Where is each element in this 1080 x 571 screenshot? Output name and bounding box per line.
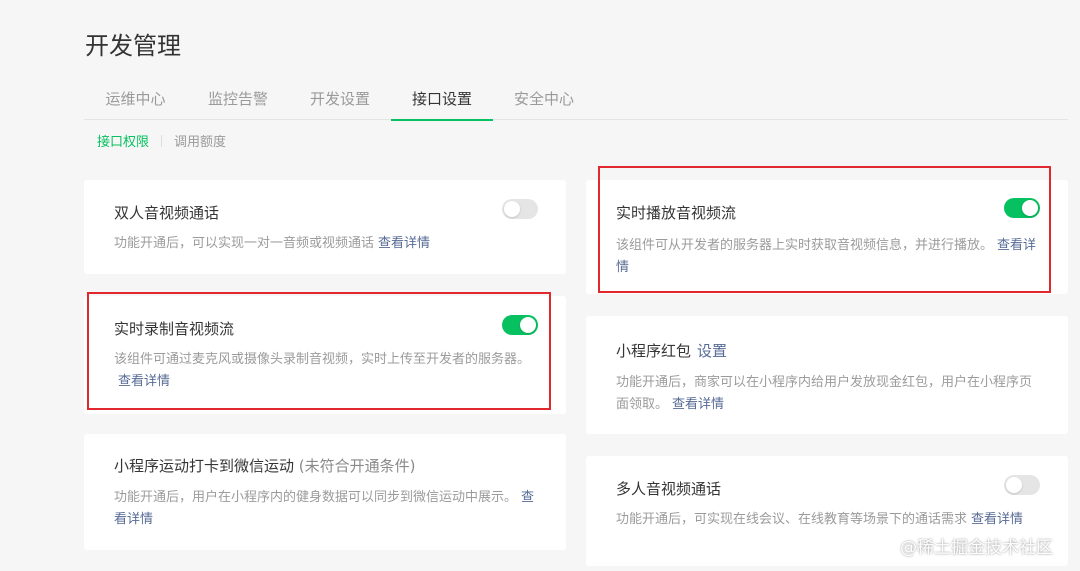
description-text: 功能开通后，用户在小程序内的健身数据可以同步到微信运动中展示。 — [114, 490, 518, 505]
view-details-link[interactable]: 查看详情 — [378, 236, 430, 251]
card-miniprogram-red-packet: 小程序红包 设置 功能开通后，商家可以在小程序内给用户发放现金红包，用户在小程序页… — [586, 316, 1068, 434]
description-text: 功能开通后，可以实现一对一音频或视频通话 — [114, 236, 375, 251]
tab-dev-settings[interactable]: 开发设置 — [289, 84, 391, 120]
toggle-switch[interactable] — [502, 315, 538, 335]
card-title: 多人音视频通话 — [616, 480, 722, 498]
card-title: 小程序运动打卡到微信运动 (未符合开通条件) — [114, 455, 416, 476]
watermark: @稀土掘金技术社区 — [900, 538, 1053, 558]
tab-api-settings[interactable]: 接口设置 — [391, 84, 493, 121]
card-description: 该组件可从开发者的服务器上实时获取音视频信息，并进行播放。 查看详情 — [616, 235, 1040, 279]
settings-link[interactable]: 设置 — [697, 342, 727, 360]
card-title-text: 小程序红包 — [616, 342, 692, 360]
card-miniprogram-sport-to-wechat: 小程序运动打卡到微信运动 (未符合开通条件) 功能开通后，用户在小程序内的健身数… — [84, 434, 566, 550]
view-details-link[interactable]: 查看详情 — [672, 397, 724, 412]
card-realtime-play-av-stream: 实时播放音视频流 该组件可从开发者的服务器上实时获取音视频信息，并进行播放。 查看… — [586, 180, 1068, 294]
subtab-api-permissions[interactable]: 接口权限 — [97, 135, 149, 150]
card-title-text: 小程序运动打卡到微信运动 — [114, 457, 295, 475]
toggle-switch[interactable] — [1004, 475, 1040, 495]
card-description: 功能开通后，用户在小程序内的健身数据可以同步到微信运动中展示。 查看详情 — [114, 487, 536, 531]
subtab-bar: 接口权限 调用额度 — [97, 131, 226, 150]
toggle-switch[interactable] — [1004, 198, 1040, 218]
card-title: 实时录制音视频流 — [114, 320, 235, 338]
description-text: 该组件可从开发者的服务器上实时获取音视频信息，并进行播放。 — [616, 238, 994, 253]
subtab-divider — [161, 135, 163, 147]
toggle-knob — [520, 317, 536, 333]
toggle-knob — [504, 201, 520, 217]
tab-security-center[interactable]: 安全中心 — [493, 84, 595, 120]
tab-monitoring-alerts[interactable]: 监控告警 — [187, 84, 289, 120]
subtab-call-quota[interactable]: 调用额度 — [174, 135, 226, 150]
card-description: 功能开通后，商家可以在小程序内给用户发放现金红包，用户在小程序页面领取。 查看详情 — [616, 372, 1040, 416]
toggle-switch[interactable] — [502, 199, 538, 219]
card-description: 功能开通后，可以实现一对一音频或视频通话 查看详情 — [114, 233, 544, 255]
page-title: 开发管理 — [85, 32, 181, 60]
card-description: 功能开通后，可实现在线会议、在线教育等场景下的通话需求 查看详情 — [616, 509, 1040, 531]
description-text: 该组件可通过麦克风或摄像头录制音视频，实时上传至开发者的服务器。 — [114, 352, 531, 367]
view-details-link[interactable]: 查看详情 — [118, 374, 170, 389]
toggle-knob — [1006, 477, 1022, 493]
ineligible-note: (未符合开通条件) — [298, 457, 416, 475]
view-details-link[interactable]: 查看详情 — [971, 512, 1023, 527]
card-two-person-av-call: 双人音视频通话 功能开通后，可以实现一对一音频或视频通话 查看详情 — [84, 180, 566, 274]
card-realtime-record-av-stream: 实时录制音视频流 该组件可通过麦克风或摄像头录制音视频，实时上传至开发者的服务器… — [84, 296, 566, 414]
tab-ops-center[interactable]: 运维中心 — [84, 84, 187, 120]
card-title: 小程序红包 设置 — [616, 340, 727, 361]
description-text: 功能开通后，可实现在线会议、在线教育等场景下的通话需求 — [616, 512, 968, 527]
toggle-knob — [1022, 200, 1038, 216]
card-title: 双人音视频通话 — [114, 204, 220, 222]
card-description: 该组件可通过麦克风或摄像头录制音视频，实时上传至开发者的服务器。查看详情 — [114, 349, 536, 393]
card-title: 实时播放音视频流 — [616, 204, 737, 222]
tab-bar: 运维中心 监控告警 开发设置 接口设置 安全中心 — [84, 84, 1068, 121]
